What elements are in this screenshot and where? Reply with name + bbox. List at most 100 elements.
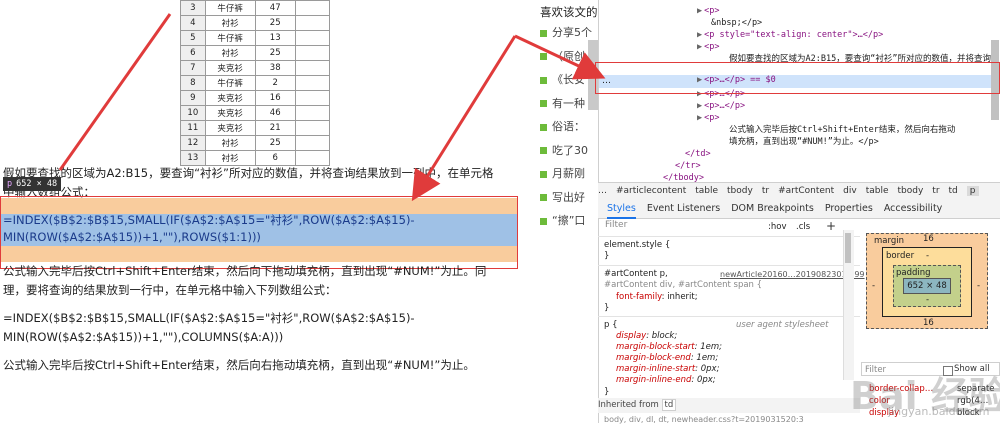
breadcrumb-item[interactable]: tr [762,186,769,196]
dom-node[interactable]: ▶ <p>…</p> [599,100,1000,112]
box-model-margin-bottom: 16 [923,318,934,328]
tab-accessibility[interactable]: Accessibility [884,203,942,214]
sidebar-item[interactable]: 月薪刚 [540,165,600,181]
sheet-cell-row: 6 [180,45,206,61]
inherited-tag[interactable]: td [661,399,677,411]
inherited-label: Inherited from [598,400,659,410]
dom-node[interactable]: 填充柄，直到出现“#NUM!”为止。</p> [599,136,1000,148]
sheet-cell-row: 3 [180,0,206,16]
bullet-icon [540,100,547,107]
bullet-icon [540,53,547,60]
box-model-margin-right: - [977,281,981,291]
tab-event-listeners[interactable]: Event Listeners [647,203,720,214]
expand-triangle-icon[interactable]: ▶ [697,101,702,111]
sidebar-item-label: “擦”口 [552,214,586,227]
ua-prop: display [616,331,647,341]
sheet-cell-item: 牛仔裤 [204,30,256,46]
sheet-cell-item: 夹克衫 [204,120,256,136]
annotation-box-right [595,62,1000,94]
breadcrumb-item[interactable]: table [866,186,889,196]
rule2-source: user agent stylesheet [736,320,829,330]
sidebar-item[interactable]: 分享5个 [540,24,600,40]
breadcrumb-item[interactable]: tbody [898,186,924,196]
breadcrumb-item[interactable]: tbody [727,186,753,196]
expand-triangle-icon[interactable]: ▶ [697,113,702,123]
rule1-val: inherit; [667,292,698,302]
ua-prop: margin-inline-start [616,364,696,374]
sidebar-item[interactable]: 俗语： [540,118,600,134]
dom-node[interactable]: &nbsp;</p> [599,17,1000,29]
sheet-cell-qty: 46 [254,105,296,121]
sidebar-item[interactable]: “擦”口 [540,212,600,228]
new-rule-button[interactable]: + [826,219,836,233]
dom-node-text: <p> [704,113,720,123]
sheet-row: 3 牛仔裤 47 [180,0,331,16]
devtools-tabs: Styles Event Listeners DOM Breakpoints Prop… [598,199,1000,219]
ua-declaration: margin-inline-start: 0px; [616,364,719,375]
dom-node[interactable]: </td> [599,148,1000,160]
sheet-cell-qty: 38 [254,60,296,76]
element-style-close: } [604,251,610,261]
sidebar-item[interactable]: 吃了30 [540,142,600,158]
cls-button[interactable]: .cls [796,222,810,232]
tab-properties[interactable]: Properties [825,203,873,214]
sheet-cell-row: 10 [180,105,206,121]
rule1-selector[interactable]: #artContent p, [604,269,668,280]
hov-button[interactable]: :hov [768,222,786,232]
tab-styles[interactable]: Styles [607,203,636,219]
dom-node[interactable]: ▶ <p> [599,41,1000,53]
sidebar-item-label: 吃了30 [552,143,588,157]
element-style-rule[interactable]: element.style { [604,240,670,251]
sheet-cell-qty: 25 [254,135,296,151]
expand-triangle-icon[interactable]: ▶ [697,30,702,40]
breadcrumb-item[interactable]: #artContent [778,186,834,196]
bullet-icon [540,29,547,37]
sheet-cell-empty [294,60,331,76]
breadcrumb-item[interactable]: div [843,186,857,196]
sidebar-item[interactable]: 写出好 [540,189,600,205]
styles-filter-input[interactable] [598,219,860,237]
sheet-cell-row: 5 [180,30,206,46]
rule2-selector[interactable]: p { [604,320,618,331]
breadcrumb-item[interactable]: #articlecontent [616,186,686,196]
rule1-close: } [604,303,610,313]
sheet-cell-empty [294,30,331,46]
dom-node[interactable]: 公式输入完毕后按Ctrl+Shift+Enter结束，然后向右拖动 [599,124,1000,136]
breadcrumb-item[interactable]: table [695,186,718,196]
bullet-icon [540,76,547,84]
box-model-margin-top: 16 [923,234,934,244]
breadcrumb-item[interactable]: tr [932,186,939,196]
rule1-declaration[interactable]: font-family: inherit; [616,292,698,303]
breadcrumb-item[interactable]: p [966,186,979,196]
dom-node[interactable]: ▶ <p> [599,5,1000,17]
breadcrumb-item[interactable]: … [598,186,607,196]
dom-node-text: <p> [704,6,720,16]
rule1-prop: font-family [616,292,662,302]
dom-node-text: <p>…</p> [704,101,746,111]
annotation-box-left [0,196,518,269]
breadcrumb-item[interactable]: td [949,186,958,196]
box-model-content[interactable]: 652 × 48 [903,278,951,294]
dom-node[interactable]: ▶ <p> [599,112,1000,124]
sheet-cell-qty: 16 [254,90,296,106]
ua-declaration: margin-block-end: 1em; [616,353,718,364]
ua-val: 1em; [700,342,722,352]
formula-2: =INDEX($B$2:$B$15,SMALL(IF($A$2:$A$15="衬… [3,311,415,344]
box-model-padding-label: padding [896,268,931,278]
bullet-icon [540,217,547,225]
expand-triangle-icon[interactable]: ▶ [697,42,702,52]
dom-node[interactable]: </tr> [599,160,1000,172]
styles-scrollbar-thumb[interactable] [845,233,851,263]
sheet-row: 6 衬衫 25 [180,45,331,61]
article-pane: 3 牛仔裤 47 4 衬衫 25 5 牛仔裤 13 6 衬衫 25 7 夹克衫 38 8 牛仔裤 2 9 夹克衫 16 1… [0,0,532,423]
sheet-cell-empty [294,90,331,106]
sheet-cell-row: 9 [180,90,206,106]
dom-node[interactable]: ▶ <p style="text-align: center">…</p> [599,29,1000,41]
sheet-cell-qty: 25 [254,45,296,61]
rule-divider [598,316,860,317]
sheet-row: 10 夹克衫 46 [180,105,331,121]
expand-triangle-icon[interactable]: ▶ [697,6,702,16]
inherited-rule: body, div, dl, dt, newheader.css?t=20190… [604,415,804,424]
sheet-cell-item: 夹克衫 [204,90,256,106]
tab-dom-breakpoints[interactable]: DOM Breakpoints [731,203,814,214]
